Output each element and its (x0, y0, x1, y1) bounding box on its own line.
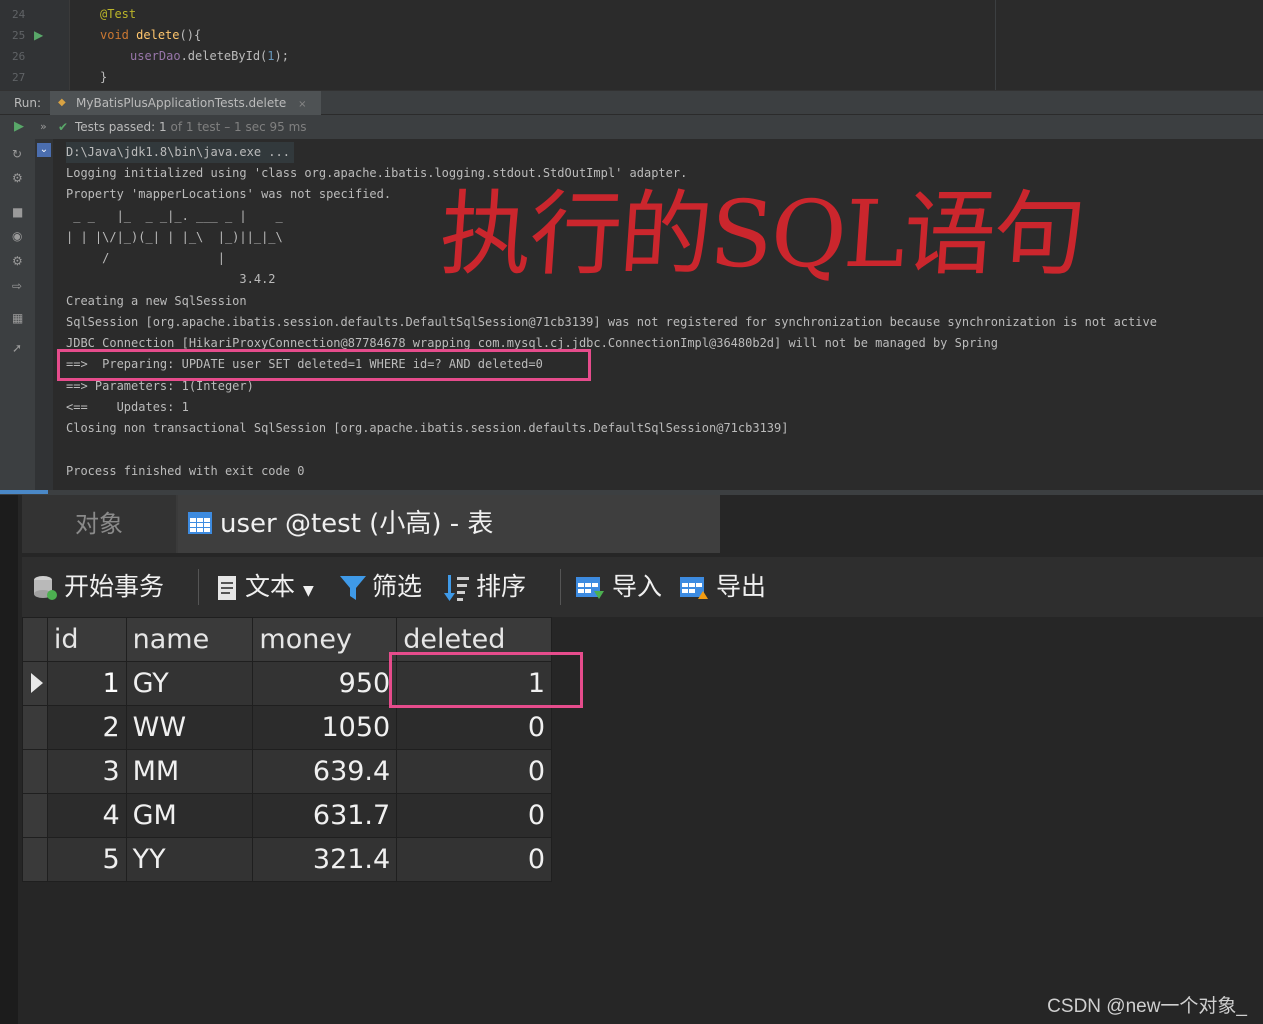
test-status-bar: ▶ » ✔ Tests passed: 1 of 1 test – 1 sec … (0, 115, 1263, 139)
console-fold-strip: ⌄ (35, 139, 53, 494)
close-tab-icon[interactable]: × (298, 99, 306, 110)
database-icon (34, 576, 57, 600)
cell-name[interactable]: GM (125, 793, 254, 838)
code-line: 26 userDao.deleteById(1); (12, 49, 289, 63)
current-row-arrow-icon (31, 673, 43, 693)
cell-deleted[interactable]: 0 (396, 793, 552, 838)
console-line: _ _ |_ _ _|_. ___ _ | _ (66, 209, 283, 223)
debug-icon[interactable]: ⚙ (12, 171, 26, 185)
row-indicator (22, 705, 48, 750)
sql-highlight-box (57, 349, 591, 381)
console-line: Process finished with exit code 0 (66, 464, 305, 478)
console-line: 3.4.2 (66, 272, 276, 286)
export-button[interactable]: 导出 (680, 557, 766, 617)
chevron-down-icon[interactable]: ⌄ (37, 143, 51, 157)
import-icon (576, 577, 604, 599)
navicat-tab-bar: 对象 user @test (小高) - 表 (22, 495, 720, 553)
pin-icon[interactable]: ➚ (12, 341, 26, 355)
table-grid-icon (188, 512, 212, 534)
code-line: 25 void delete(){ (12, 28, 202, 42)
check-icon: ✔ (58, 120, 69, 134)
cell-money[interactable]: 1050 (252, 705, 398, 750)
tab-user-table[interactable]: user @test (小高) - 表 (178, 495, 720, 553)
caret-down-icon: ▼ (302, 583, 314, 599)
text-view-dropdown[interactable]: 文本 ▼ (217, 557, 314, 617)
console-line: SqlSession [org.apache.ibatis.session.de… (66, 315, 1157, 329)
tab-objects[interactable]: 对象 (22, 495, 176, 553)
navicat-window: 对象 user @test (小高) - 表 开始事务 文本 ▼ 筛选 排序 导… (0, 495, 1263, 1024)
navicat-toolbar: 开始事务 文本 ▼ 筛选 排序 导入 导出 (22, 557, 1263, 617)
cell-deleted[interactable]: 0 (396, 705, 552, 750)
navicat-left-strip (0, 495, 18, 1024)
cell-money[interactable]: 950 (252, 661, 398, 706)
row-indicator (22, 749, 48, 794)
rerun-icon[interactable]: ▶ (14, 115, 24, 139)
filter-button[interactable]: 筛选 (340, 557, 422, 617)
column-header-id[interactable]: id (46, 617, 127, 662)
code-editor[interactable]: ▶ 24 @Test 25 void delete(){ 26 userDao.… (0, 0, 1263, 90)
cell-money[interactable]: 639.4 (252, 749, 398, 794)
right-margin-guide (995, 0, 996, 90)
expand-toolbar-icon[interactable]: » (40, 115, 47, 139)
code-line: 24 @Test (12, 7, 137, 21)
cell-name[interactable]: GY (125, 661, 254, 706)
handwritten-annotation: 执行的SQL语句 (436, 181, 1088, 288)
table-row[interactable]: 2 WW 1050 0 (22, 705, 552, 750)
cell-id[interactable]: 1 (46, 661, 127, 706)
cell-id[interactable]: 4 (46, 793, 127, 838)
run-label: Run: (14, 96, 42, 110)
row-indicator (22, 837, 48, 882)
run-side-toolbar: ↻ ⚙ ■ ◉ ⚙ ⇨ ▦ ➚ (0, 139, 35, 494)
camera-icon[interactable]: ◉ (12, 229, 26, 243)
rerun-failed-icon[interactable]: ↻ (12, 147, 26, 161)
cell-name[interactable]: YY (125, 837, 254, 882)
cell-id[interactable]: 3 (46, 749, 127, 794)
exit-icon[interactable]: ⇨ (12, 279, 26, 293)
cell-name[interactable]: MM (125, 749, 254, 794)
row-indicator-header (22, 617, 48, 662)
table-row[interactable]: 4 GM 631.7 0 (22, 793, 552, 838)
console-line: <== Updates: 1 (66, 400, 189, 414)
console-line: / | (66, 251, 225, 265)
stop-icon[interactable]: ■ (12, 205, 26, 219)
console-line: D:\Java\jdk1.8\bin\java.exe ... (66, 142, 294, 163)
cell-deleted[interactable]: 0 (396, 749, 552, 794)
deleted-cell-highlight-box (389, 652, 583, 708)
cell-id[interactable]: 2 (46, 705, 127, 750)
toolbar-divider (198, 569, 199, 605)
export-icon (680, 577, 708, 599)
watermark: CSDN @new一个对象_ (1047, 996, 1247, 1017)
code-line: 27 } (12, 70, 108, 84)
begin-transaction-button[interactable]: 开始事务 (32, 557, 164, 617)
run-config-tab[interactable]: ◆ MyBatisPlusApplicationTests.delete × (50, 91, 321, 115)
cell-money[interactable]: 321.4 (252, 837, 398, 882)
column-header-money[interactable]: money (252, 617, 398, 662)
settings-icon[interactable]: ⚙ (12, 254, 26, 268)
console-line: Property 'mapperLocations' was not speci… (66, 187, 392, 201)
column-header-name[interactable]: name (125, 617, 254, 662)
row-indicator (22, 793, 48, 838)
console-line: | | |\/|_)(_| | |_\ |_)||_|_\ (66, 230, 283, 244)
tests-passed-text: Tests passed: 1 of 1 test – 1 sec 95 ms (75, 120, 307, 134)
junit-icon: ◆ (58, 97, 66, 108)
cell-name[interactable]: WW (125, 705, 254, 750)
row-indicator (22, 661, 48, 706)
document-icon (218, 576, 236, 600)
cell-deleted[interactable]: 0 (396, 837, 552, 882)
console-line: Closing non transactional SqlSession [or… (66, 421, 789, 435)
cell-id[interactable]: 5 (46, 837, 127, 882)
run-toolwindow-header: Run: ◆ MyBatisPlusApplicationTests.delet… (0, 90, 1263, 115)
toolbar-divider (560, 569, 561, 605)
table-row[interactable]: 5 YY 321.4 0 (22, 837, 552, 882)
table-row[interactable]: 3 MM 639.4 0 (22, 749, 552, 794)
layout-icon[interactable]: ▦ (12, 311, 26, 325)
cell-money[interactable]: 631.7 (252, 793, 398, 838)
sort-button[interactable]: 排序 (444, 557, 526, 617)
funnel-icon (340, 576, 366, 600)
import-button[interactable]: 导入 (576, 557, 662, 617)
sort-icon (444, 575, 469, 601)
console-line: Creating a new SqlSession (66, 294, 247, 308)
